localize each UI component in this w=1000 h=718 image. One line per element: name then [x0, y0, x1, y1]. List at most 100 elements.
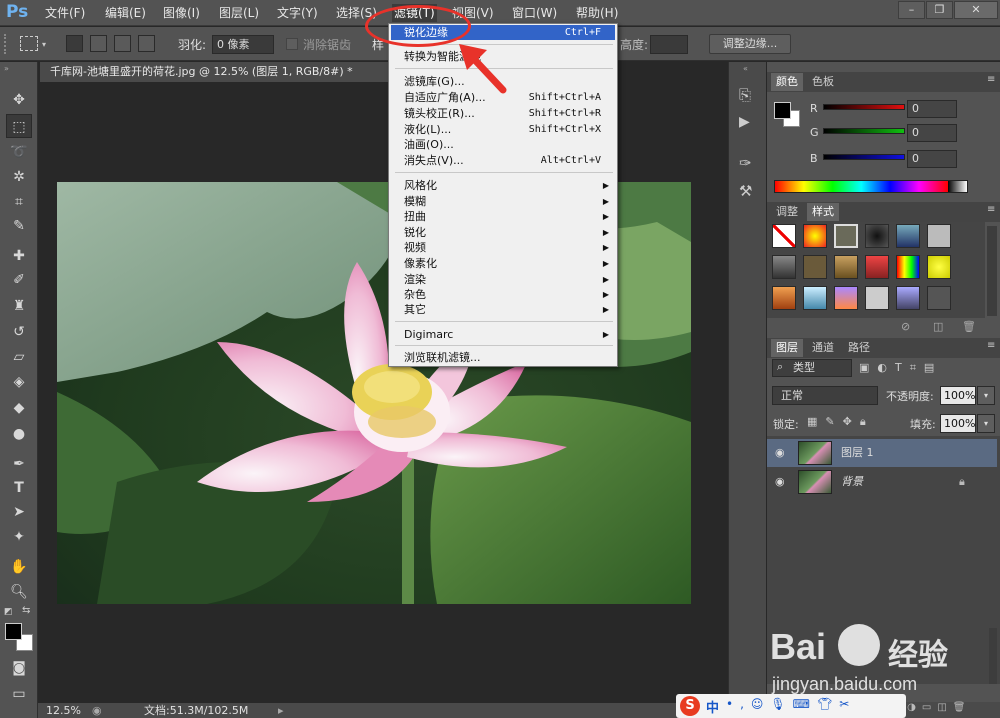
zoom-level[interactable]: 12.5% — [46, 703, 81, 718]
fill-dropdown-icon[interactable]: ▾ — [977, 414, 995, 433]
minimize-icon[interactable]: – — [898, 1, 925, 19]
blend-mode-select[interactable]: 正常 — [772, 386, 878, 405]
menu-item-pixelate[interactable]: 像素化 — [404, 256, 437, 271]
style-swatch[interactable] — [803, 286, 827, 310]
shape-tool-icon[interactable]: ✦ — [6, 525, 32, 549]
style-swatch[interactable] — [834, 224, 858, 248]
menu-layer[interactable]: 图层(L) — [219, 4, 259, 22]
menu-item-vanishing-point[interactable]: 消失点(V)... — [404, 153, 464, 168]
layer-row-background[interactable]: ◉ 背景 🔒︎ — [767, 468, 997, 496]
refine-edge-button[interactable]: 调整边缘... — [709, 34, 791, 54]
r-slider[interactable] — [823, 104, 905, 110]
zoom-tool-icon[interactable]: 🔍︎ — [6, 580, 32, 604]
brush-tool-icon[interactable]: ✐ — [6, 268, 32, 292]
ime-mode[interactable]: 中 — [706, 697, 719, 716]
default-colors-icon[interactable]: ◩ — [4, 607, 13, 617]
restore-icon[interactable]: ❐ — [926, 1, 953, 19]
eraser-icon[interactable]: ▱ — [6, 345, 32, 369]
lasso-tool-icon[interactable]: ➰ — [6, 140, 32, 164]
style-swatch[interactable] — [834, 255, 858, 279]
b-slider[interactable] — [823, 154, 905, 160]
style-swatch[interactable] — [865, 224, 889, 248]
style-swatch[interactable] — [803, 255, 827, 279]
ime-tool-icons[interactable]: •,☺🎙︎⌨︎👕︎✂︎ — [726, 697, 856, 711]
history-brush-icon[interactable]: ↺ — [6, 320, 32, 344]
path-select-icon[interactable]: ➤ — [6, 500, 32, 524]
crop-tool-icon[interactable]: ⌗ — [6, 190, 32, 214]
clear-style-icon[interactable]: ⊘ — [901, 320, 910, 333]
healing-brush-icon[interactable]: ✚ — [6, 244, 32, 268]
magic-wand-icon[interactable]: ✲ — [6, 165, 32, 189]
menu-item-video[interactable]: 视频 — [404, 240, 426, 255]
tool-presets-icon[interactable]: ⚒ — [739, 182, 752, 200]
history-panel-icon[interactable]: ⎘ — [739, 86, 751, 104]
blur-tool-icon[interactable]: ◆ — [6, 396, 32, 420]
style-swatch[interactable] — [896, 255, 920, 279]
style-none-icon[interactable] — [772, 224, 796, 248]
g-value-input[interactable]: 0 — [907, 124, 957, 142]
menu-item-render[interactable]: 渲染 — [404, 272, 426, 287]
layer-filter-select[interactable]: 类型 — [772, 359, 852, 377]
eyedropper-icon[interactable]: ✎ — [6, 214, 32, 238]
menu-item-blur[interactable]: 模糊 — [404, 194, 426, 209]
document-tab[interactable]: 千库网-池塘里盛开的荷花.jpg @ 12.5% (图层 1, RGB/8#) … — [40, 62, 388, 82]
menu-item-lens-correction[interactable]: 镜头校正(R)... — [404, 106, 475, 121]
actions-play-icon[interactable]: ▶ — [739, 114, 750, 130]
paint-bucket-icon[interactable]: ◈ — [6, 370, 32, 394]
tab-styles[interactable]: 样式 — [807, 203, 839, 221]
panel-menu-icon[interactable]: ≡ — [987, 340, 995, 351]
menu-item-oil-paint[interactable]: 油画(O)... — [404, 137, 454, 152]
menu-item-stylize[interactable]: 风格化 — [404, 178, 437, 193]
intersect-selection-icon[interactable] — [138, 35, 155, 52]
hand-tool-icon[interactable]: ✋ — [6, 555, 32, 579]
close-icon[interactable]: ✕ — [954, 1, 998, 19]
menu-file[interactable]: 文件(F) — [45, 4, 85, 22]
opacity-dropdown-icon[interactable]: ▾ — [977, 386, 995, 405]
chevron-down-icon[interactable]: ▾ — [42, 40, 46, 49]
move-tool-icon[interactable]: ✥ — [6, 88, 32, 112]
menu-type[interactable]: 文字(Y) — [277, 4, 318, 22]
menu-image[interactable]: 图像(I) — [163, 4, 200, 22]
menu-item-noise[interactable]: 杂色 — [404, 287, 426, 302]
menu-item-browse-online-filters[interactable]: 浏览联机滤镜... — [404, 350, 481, 365]
fill-input[interactable]: 100% — [940, 414, 976, 433]
r-value-input[interactable]: 0 — [907, 100, 957, 118]
menu-help[interactable]: 帮助(H) — [576, 4, 618, 22]
b-value-input[interactable]: 0 — [907, 150, 957, 168]
style-swatch[interactable] — [803, 224, 827, 248]
visibility-eye-icon[interactable]: ◉ — [775, 468, 785, 496]
type-tool-icon[interactable]: T — [6, 476, 32, 500]
opacity-input[interactable]: 100% — [940, 386, 976, 405]
style-swatch[interactable] — [896, 286, 920, 310]
style-swatch[interactable] — [896, 224, 920, 248]
tab-color[interactable]: 颜色 — [771, 73, 803, 91]
style-swatch[interactable] — [927, 255, 951, 279]
style-swatch[interactable] — [865, 286, 889, 310]
style-swatch[interactable] — [834, 286, 858, 310]
menu-item-distort[interactable]: 扭曲 — [404, 209, 426, 224]
swap-colors-icon[interactable]: ⇆ — [22, 605, 30, 616]
status-menu-icon[interactable]: ◉ — [92, 703, 102, 718]
style-swatch[interactable] — [865, 255, 889, 279]
tab-layers[interactable]: 图层 — [771, 339, 803, 357]
layer-filter-icons[interactable]: ▣◐T⌗▤ — [859, 361, 942, 375]
visibility-eye-icon[interactable]: ◉ — [775, 439, 785, 467]
feather-input[interactable]: 0 像素 — [212, 35, 274, 54]
subtract-selection-icon[interactable] — [114, 35, 131, 52]
brush-presets-icon[interactable]: ✑ — [739, 154, 752, 172]
tab-channels[interactable]: 通道 — [807, 339, 839, 357]
style-swatch[interactable] — [927, 286, 951, 310]
menu-item-liquify[interactable]: 液化(L)... — [404, 122, 451, 137]
antialias-checkbox[interactable] — [286, 38, 298, 50]
style-swatch[interactable] — [772, 255, 796, 279]
g-slider[interactable] — [823, 128, 905, 134]
lock-icons[interactable]: ▦✎✥🔒︎ — [807, 415, 874, 429]
collapse-icon[interactable]: « — [743, 64, 748, 73]
menu-item-digimarc[interactable]: Digimarc — [404, 327, 453, 342]
marquee-tool-icon[interactable]: ⬚ — [6, 114, 32, 138]
panel-menu-icon[interactable]: ≡ — [987, 74, 995, 85]
add-selection-icon[interactable] — [90, 35, 107, 52]
sogou-logo-icon[interactable]: S — [680, 696, 700, 716]
style-swatch[interactable] — [927, 224, 951, 248]
tab-swatches[interactable]: 色板 — [807, 73, 839, 91]
